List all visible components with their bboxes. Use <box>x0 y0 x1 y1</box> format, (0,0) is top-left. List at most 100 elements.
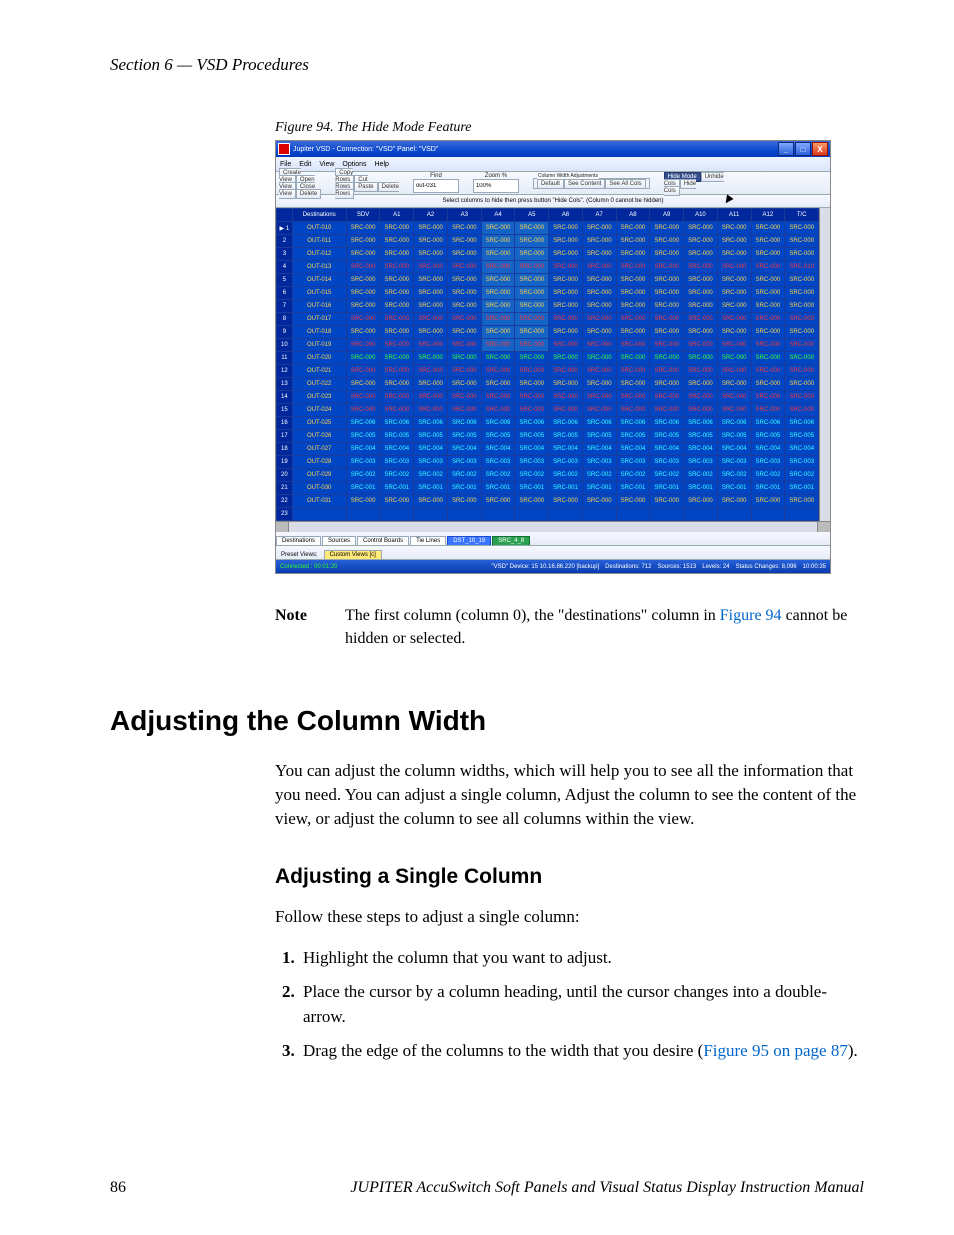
grid-cell[interactable]: SRC-000 <box>785 248 819 261</box>
grid-cell[interactable]: SRC-000 <box>346 235 380 248</box>
grid-cell[interactable]: SRC-000 <box>380 313 414 326</box>
grid-cell[interactable]: SRC-000 <box>346 365 380 378</box>
grid-cell[interactable]: SRC-003 <box>515 456 549 469</box>
grid-cell[interactable] <box>616 508 650 521</box>
grid-cell[interactable]: SRC-000 <box>549 378 583 391</box>
grid-cell[interactable]: SRC-000 <box>785 339 819 352</box>
grid-cell[interactable]: SRC-000 <box>414 495 448 508</box>
grid-cell[interactable]: SRC-000 <box>515 391 549 404</box>
grid-cell[interactable]: SRC-000 <box>751 352 785 365</box>
column-header[interactable]: A8 <box>616 209 650 222</box>
destination-cell[interactable]: OUT-021 <box>292 365 346 378</box>
grid-cell[interactable]: SRC-000 <box>616 339 650 352</box>
grid-cell[interactable]: SRC-002 <box>380 469 414 482</box>
grid-cell[interactable]: SRC-005 <box>751 430 785 443</box>
grid-cell[interactable]: SRC-000 <box>414 248 448 261</box>
grid-cell[interactable]: SRC-000 <box>515 274 549 287</box>
grid-cell[interactable] <box>481 508 515 521</box>
grid-cell[interactable]: SRC-000 <box>549 261 583 274</box>
grid-cell[interactable]: SRC-000 <box>650 378 684 391</box>
grid-cell[interactable]: SRC-000 <box>481 313 515 326</box>
grid-cell[interactable]: SRC-000 <box>346 352 380 365</box>
grid-cell[interactable]: SRC-000 <box>380 352 414 365</box>
row-number[interactable]: ▶ 1 <box>277 222 293 235</box>
grid-cell[interactable]: SRC-000 <box>549 313 583 326</box>
grid-cell[interactable]: SRC-000 <box>717 495 751 508</box>
grid-cell[interactable] <box>549 508 583 521</box>
grid-cell[interactable]: SRC-000 <box>346 261 380 274</box>
grid-cell[interactable]: SRC-004 <box>650 443 684 456</box>
row-number[interactable]: 14 <box>277 391 293 404</box>
preset-tab[interactable]: Custom Views [c] <box>324 550 382 559</box>
grid-cell[interactable]: SRC-006 <box>717 417 751 430</box>
grid-cell[interactable]: SRC-006 <box>515 417 549 430</box>
grid-cell[interactable] <box>650 508 684 521</box>
grid-cell[interactable]: SRC-000 <box>414 313 448 326</box>
grid-cell[interactable]: SRC-000 <box>447 404 481 417</box>
grid-cell[interactable] <box>515 508 549 521</box>
grid-cell[interactable]: SRC-000 <box>684 300 718 313</box>
grid-cell[interactable]: SRC-000 <box>515 287 549 300</box>
grid-cell[interactable]: SRC-004 <box>346 443 380 456</box>
grid-cell[interactable]: SRC-000 <box>549 248 583 261</box>
grid-cell[interactable]: SRC-000 <box>447 313 481 326</box>
grid-cell[interactable]: SRC-000 <box>684 313 718 326</box>
grid-cell[interactable]: SRC-000 <box>549 274 583 287</box>
grid-cell[interactable]: SRC-000 <box>481 365 515 378</box>
grid-cell[interactable]: SRC-000 <box>414 352 448 365</box>
grid-cell[interactable]: SRC-004 <box>717 443 751 456</box>
grid-cell[interactable]: SRC-000 <box>582 404 616 417</box>
grid-cell[interactable]: SRC-000 <box>549 404 583 417</box>
grid-cell[interactable]: SRC-000 <box>346 300 380 313</box>
grid-cell[interactable]: SRC-000 <box>549 235 583 248</box>
grid-cell[interactable]: SRC-000 <box>684 391 718 404</box>
grid-cell[interactable]: SRC-000 <box>414 404 448 417</box>
grid-cell[interactable]: SRC-000 <box>717 300 751 313</box>
grid-cell[interactable]: SRC-000 <box>684 274 718 287</box>
row-number[interactable]: 15 <box>277 404 293 417</box>
grid-cell[interactable]: SRC-000 <box>346 326 380 339</box>
grid-cell[interactable]: SRC-000 <box>684 287 718 300</box>
grid-cell[interactable]: SRC-005 <box>582 430 616 443</box>
grid-cell[interactable]: SRC-000 <box>616 261 650 274</box>
grid-cell[interactable]: SRC-002 <box>515 469 549 482</box>
grid-cell[interactable]: SRC-003 <box>616 456 650 469</box>
grid-cell[interactable]: SRC-000 <box>751 274 785 287</box>
grid-cell[interactable]: SRC-003 <box>549 456 583 469</box>
grid-cell[interactable]: SRC-000 <box>481 222 515 235</box>
grid-cell[interactable]: SRC-006 <box>616 417 650 430</box>
grid-cell[interactable]: SRC-000 <box>549 300 583 313</box>
destination-cell[interactable]: OUT-013 <box>292 261 346 274</box>
column-header[interactable]: A1 <box>380 209 414 222</box>
grid-cell[interactable]: SRC-000 <box>515 222 549 235</box>
grid-cell[interactable]: SRC-000 <box>414 235 448 248</box>
grid-cell[interactable]: SRC-000 <box>785 352 819 365</box>
grid-cell[interactable]: SRC-000 <box>447 287 481 300</box>
grid-cell[interactable]: SRC-000 <box>582 391 616 404</box>
grid-cell[interactable]: SRC-005 <box>785 430 819 443</box>
grid-cell[interactable]: SRC-006 <box>346 417 380 430</box>
destination-cell[interactable]: OUT-022 <box>292 378 346 391</box>
grid-cell[interactable]: SRC-000 <box>447 235 481 248</box>
grid-cell[interactable]: SRC-000 <box>785 365 819 378</box>
grid-cell[interactable]: SRC-000 <box>582 300 616 313</box>
grid-cell[interactable]: SRC-000 <box>717 391 751 404</box>
grid-cell[interactable]: SRC-003 <box>447 456 481 469</box>
column-header[interactable]: T/C <box>785 209 819 222</box>
grid-cell[interactable]: SRC-000 <box>717 404 751 417</box>
grid-cell[interactable]: SRC-000 <box>582 339 616 352</box>
grid-cell[interactable]: SRC-001 <box>751 482 785 495</box>
grid-cell[interactable]: SRC-004 <box>414 443 448 456</box>
grid-cell[interactable]: SRC-000 <box>582 326 616 339</box>
column-header[interactable]: SDV <box>346 209 380 222</box>
grid-cell[interactable]: SRC-000 <box>481 300 515 313</box>
grid-cell[interactable]: SRC-000 <box>380 326 414 339</box>
grid-cell[interactable]: SRC-000 <box>346 248 380 261</box>
grid-cell[interactable]: SRC-000 <box>481 352 515 365</box>
grid-cell[interactable]: SRC-000 <box>447 391 481 404</box>
grid-cell[interactable]: SRC-000 <box>785 300 819 313</box>
grid-cell[interactable]: SRC-000 <box>717 378 751 391</box>
grid-cell[interactable]: SRC-001 <box>549 482 583 495</box>
column-header[interactable]: A9 <box>650 209 684 222</box>
row-number[interactable]: 18 <box>277 443 293 456</box>
